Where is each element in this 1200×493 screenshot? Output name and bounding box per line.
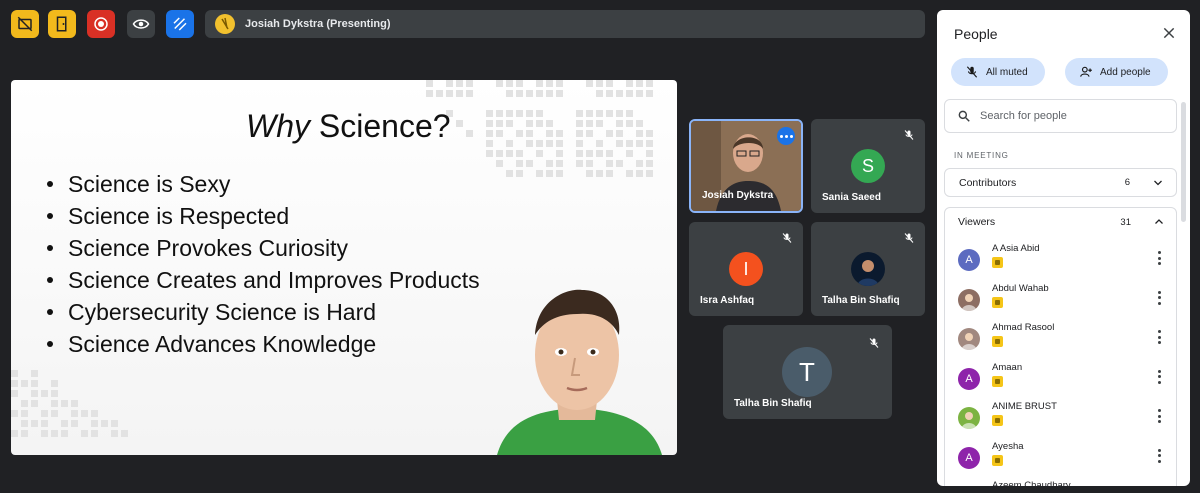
slide-title: Why Science? <box>246 108 451 145</box>
contributors-count: 6 <box>1124 177 1130 188</box>
people-list-item[interactable]: Ahmad Rasool <box>958 322 1168 356</box>
people-list-item[interactable]: ANIME BRUST <box>958 401 1168 435</box>
participant-name: Talha Bin Shafiq <box>734 398 812 409</box>
bullet-item: Science Advances Knowledge <box>47 328 480 360</box>
viewers-count: 31 <box>1120 216 1131 228</box>
exit-door-icon <box>56 16 67 32</box>
participant-tile[interactable]: S Sania Saeed <box>811 119 925 213</box>
mic-off-icon <box>782 233 792 243</box>
more-vert-icon[interactable] <box>1157 409 1161 423</box>
person-name: ANIME BRUST <box>992 401 1057 412</box>
no-video-icon <box>17 16 33 32</box>
add-people-label: Add people <box>1100 66 1151 78</box>
person-name: Ayesha <box>992 440 1024 452</box>
viewer-badge-icon <box>992 257 1003 268</box>
presenting-bar[interactable]: Josiah Dykstra (Presenting) <box>205 10 925 38</box>
leave-button[interactable] <box>48 10 76 38</box>
viewer-badge-icon <box>992 296 1003 308</box>
contributors-label: Contributors <box>959 176 1017 189</box>
viewer-badge-icon <box>992 375 1003 387</box>
person-name: Ahmad Rasool <box>992 322 1055 333</box>
participant-name: Josiah Dykstra <box>702 190 774 201</box>
more-vert-icon[interactable] <box>1157 369 1161 384</box>
bullet-item: Cybersecurity Science is Hard <box>47 296 480 328</box>
people-panel: People All muted Add people IN MEETING C… <box>937 10 1190 486</box>
more-vert-icon[interactable] <box>1157 448 1161 463</box>
section-label: IN MEETING <box>954 151 1009 160</box>
participant-avatar: T <box>782 347 832 397</box>
mic-off-icon <box>869 338 879 348</box>
presenting-label: Josiah Dykstra (Presenting) <box>245 18 391 30</box>
people-list-item[interactable]: A Amaan <box>958 362 1168 396</box>
panel-title: People <box>954 26 998 42</box>
participant-avatar: S <box>851 149 885 183</box>
mic-off-icon <box>966 66 978 78</box>
bullet-item: Science is Sexy <box>47 168 480 200</box>
add-person-icon <box>1080 66 1092 77</box>
participant-name: Isra Ashfaq <box>700 295 755 306</box>
scrollbar[interactable] <box>1181 102 1186 222</box>
whiteboard-button[interactable] <box>166 10 194 38</box>
participant-name: Sania Saeed <box>822 192 881 203</box>
people-list-item[interactable]: A Ayesha <box>958 441 1168 475</box>
mic-off-icon <box>904 130 914 140</box>
people-list-item[interactable]: A A Asia Abid <box>958 243 1168 277</box>
mic-off-icon <box>904 233 914 243</box>
search-input[interactable] <box>980 110 1160 122</box>
close-icon[interactable] <box>1162 26 1176 40</box>
participant-name: Talha Bin Shafiq <box>822 295 900 306</box>
participant-avatar: I <box>729 252 763 286</box>
slide-person-image <box>497 289 662 455</box>
all-muted-button[interactable]: All muted <box>951 58 1045 86</box>
more-vert-icon[interactable] <box>1157 330 1161 344</box>
presenter-avatar <box>215 14 235 34</box>
person-avatar <box>958 288 980 311</box>
all-muted-label: All muted <box>986 66 1028 78</box>
more-vert-icon[interactable] <box>1157 290 1161 305</box>
participant-tile[interactable]: I Isra Ashfaq <box>689 222 803 316</box>
person-name: Azeem Chaudhary <box>992 480 1071 486</box>
person-avatar: A <box>958 446 980 469</box>
bullet-item: Science Provokes Curiosity <box>47 232 480 264</box>
participant-avatar-photo <box>851 252 885 286</box>
camera-off-button[interactable] <box>11 10 39 38</box>
person-name: Abdul Wahab <box>992 282 1049 294</box>
viewer-badge-icon <box>992 336 1003 347</box>
participant-tile[interactable]: Josiah Dykstra <box>689 119 803 213</box>
more-vert-icon[interactable] <box>1157 251 1161 265</box>
person-avatar: A <box>958 367 980 390</box>
add-people-button[interactable]: Add people <box>1065 58 1168 86</box>
shared-slide: Why Science? Science is Sexy Science is … <box>11 80 677 455</box>
search-box[interactable] <box>944 99 1177 133</box>
person-avatar: A <box>958 249 980 271</box>
whiteboard-icon <box>173 17 187 31</box>
eye-icon <box>132 19 150 29</box>
person-avatar <box>958 407 980 429</box>
slide-title-rest: Science? <box>310 108 451 144</box>
bullet-item: Science Creates and Improves Products <box>47 264 480 296</box>
people-list-item[interactable]: Azeem Chaudhary <box>958 480 1168 486</box>
people-list-item[interactable]: Abdul Wahab <box>958 283 1168 317</box>
person-name: Amaan <box>992 361 1023 373</box>
person-name: A Asia Abid <box>992 243 1040 254</box>
more-options-button[interactable] <box>777 127 795 145</box>
participant-tile[interactable]: T Talha Bin Shafiq <box>723 325 892 419</box>
bullet-item: Science is Respected <box>47 200 480 232</box>
slide-title-italic: Why <box>246 108 310 144</box>
viewer-badge-icon <box>992 454 1003 466</box>
viewer-badge-icon <box>992 415 1003 426</box>
participant-tile[interactable]: Talha Bin Shafiq <box>811 222 925 316</box>
chevron-up-icon <box>1155 219 1163 224</box>
viewers-label: Viewers <box>958 216 996 228</box>
search-icon <box>958 110 970 122</box>
slide-bullets: Science is Sexy Science is Respected Sci… <box>47 168 480 360</box>
chevron-down-icon <box>1154 180 1162 185</box>
record-button[interactable] <box>87 10 115 38</box>
view-button[interactable] <box>127 10 155 38</box>
person-avatar <box>958 328 980 350</box>
viewers-group[interactable]: Viewers 31 <box>944 207 1177 237</box>
contributors-group[interactable]: Contributors 6 <box>944 168 1177 197</box>
record-icon <box>94 17 108 31</box>
